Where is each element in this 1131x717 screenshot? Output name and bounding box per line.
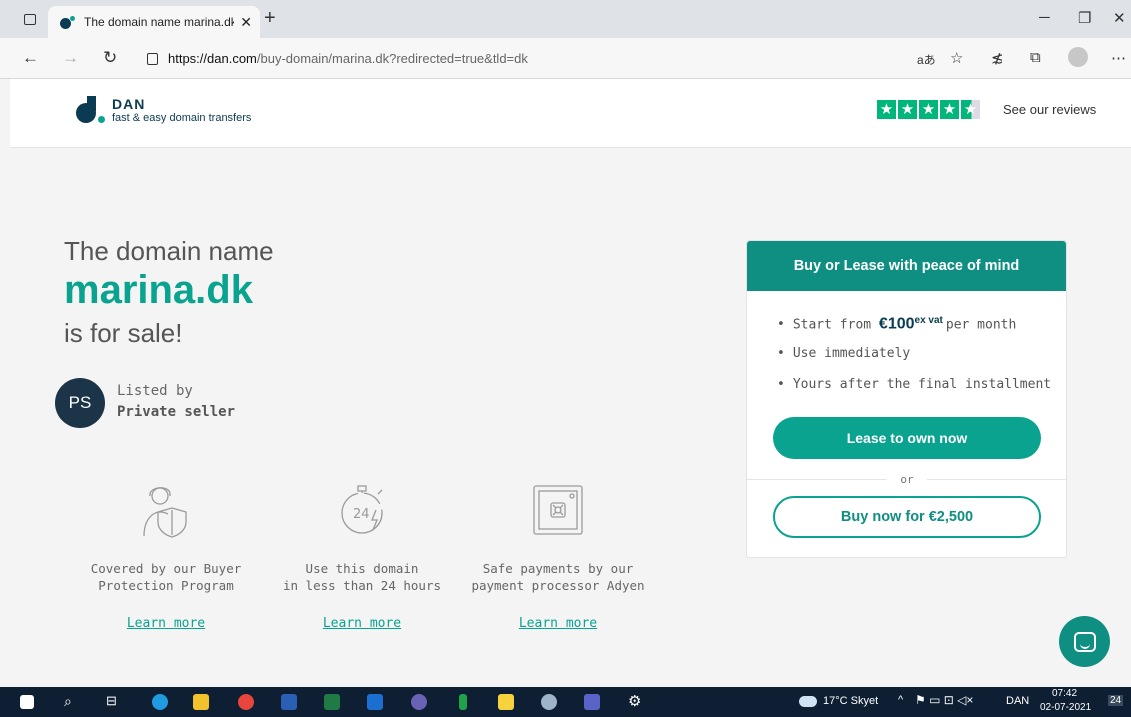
- dan-favicon-icon: [60, 14, 76, 30]
- lease-to-own-button[interactable]: Lease to own now: [773, 417, 1041, 459]
- address-bar-row: ← → ↻ https://dan.com/buy-domain/marina.…: [0, 38, 1131, 79]
- shield-person-icon: [143, 487, 187, 538]
- favorites-list-icon[interactable]: ≴: [991, 49, 1004, 67]
- star-icon: ★: [898, 100, 917, 119]
- learn-more-link[interactable]: Learn more: [127, 616, 205, 631]
- dan-logo-icon[interactable]: [76, 94, 106, 124]
- lock-icon: [147, 52, 158, 65]
- windows-taskbar: ⌕ ⊟ ⚙ 17°C Skyet ^ ⚑ ▭ ⊡ ◁× DAN 07:42 02…: [0, 687, 1131, 717]
- refresh-icon[interactable]: ↻: [103, 48, 117, 68]
- chat-launcher-button[interactable]: [1059, 616, 1110, 667]
- feature-safe-payments: Safe payments by our payment processor A…: [468, 480, 648, 631]
- or-separator: or: [887, 473, 927, 486]
- feature-text-line: in less than 24 hours: [282, 578, 442, 593]
- star-icon: ★: [940, 100, 959, 119]
- star-half-icon: ★: [961, 100, 980, 119]
- list-item: Use immediately: [777, 346, 1066, 362]
- notifications-badge[interactable]: 24: [1108, 695, 1124, 706]
- app-icon[interactable]: [411, 694, 427, 710]
- edge-icon[interactable]: [152, 694, 168, 710]
- tab-close-icon[interactable]: ✕: [240, 14, 252, 31]
- sticky-notes-icon[interactable]: [498, 694, 514, 710]
- feature-text-line: Use this domain: [305, 561, 419, 576]
- forward-arrow-icon[interactable]: →: [62, 48, 79, 68]
- brand-name[interactable]: DAN: [112, 96, 145, 112]
- safe-icon: [533, 485, 583, 535]
- star-icon: ★: [919, 100, 938, 119]
- card-heading: Buy or Lease with peace of mind: [747, 241, 1066, 291]
- tray-chevron-icon[interactable]: ^: [898, 694, 903, 706]
- ex-vat-label: ex vat: [914, 315, 943, 326]
- excel-icon[interactable]: [324, 694, 340, 710]
- settings-gear-icon[interactable]: ⚙: [628, 692, 641, 710]
- chat-bubble-icon: [1073, 631, 1096, 652]
- lease-benefits-list: Start from €100ex vatper month Use immed…: [777, 315, 1066, 393]
- clock-time[interactable]: 07:42: [1052, 688, 1077, 699]
- tab-actions-icon[interactable]: [24, 14, 36, 25]
- stopwatch-24-icon: 24: [341, 485, 383, 534]
- task-view-icon[interactable]: ⊟: [106, 693, 117, 709]
- chrome-icon[interactable]: [238, 694, 254, 710]
- browser-tab[interactable]: The domain name marina.dk is fo ✕: [48, 6, 260, 38]
- domain-name-title: marina.dk: [64, 268, 253, 312]
- feature-fast-transfer: 24 Use this domain in less than 24 hours…: [272, 480, 452, 631]
- feature-text-line: Covered by our Buyer: [90, 561, 242, 576]
- per-month-label: per month: [945, 317, 1017, 333]
- seller-name: Private seller: [117, 404, 236, 420]
- collections-icon[interactable]: ⧉: [1030, 49, 1041, 66]
- list-item: Start from €100ex vatper month: [777, 315, 1066, 333]
- tab-title: The domain name marina.dk is fo: [84, 15, 235, 29]
- list-item: Yours after the final installment: [777, 377, 1066, 393]
- monthly-price: €100: [878, 315, 915, 333]
- start-windows-icon[interactable]: [20, 695, 34, 709]
- url-field[interactable]: https://dan.com/buy-domain/marina.dk?red…: [137, 44, 992, 73]
- trustpilot-rating[interactable]: ★ ★ ★ ★ ★: [877, 100, 980, 119]
- see-reviews-link[interactable]: See our reviews: [1003, 102, 1096, 117]
- hero-intro: The domain name: [64, 236, 274, 266]
- seller-avatar: PS: [55, 378, 105, 428]
- learn-more-link[interactable]: Learn more: [323, 616, 401, 631]
- snipping-tool-icon[interactable]: [541, 694, 557, 710]
- buy-now-button[interactable]: Buy now for €2,500: [773, 496, 1041, 538]
- close-window-button[interactable]: ✕: [1113, 9, 1126, 27]
- svg-text:24: 24: [353, 507, 370, 522]
- search-icon[interactable]: ⌕: [64, 693, 72, 710]
- minimize-button[interactable]: ─: [1039, 9, 1050, 26]
- feature-buyer-protection: Covered by our Buyer Protection Program …: [76, 480, 256, 631]
- listed-by-label: Listed by: [117, 383, 193, 399]
- outlook-icon[interactable]: [367, 694, 383, 710]
- input-language[interactable]: DAN: [1006, 695, 1029, 707]
- teams-icon[interactable]: [584, 694, 600, 710]
- read-aloud-icon[interactable]: aあ: [917, 51, 936, 68]
- brand-tagline: fast & easy domain transfers: [112, 112, 252, 124]
- for-sale-text: is for sale!: [64, 318, 183, 348]
- file-explorer-icon[interactable]: [193, 694, 209, 710]
- new-tab-button[interactable]: +: [264, 7, 276, 30]
- url-host: https://dan.com: [168, 51, 257, 66]
- profile-avatar-icon[interactable]: [1068, 47, 1088, 67]
- url-path: /buy-domain/marina.dk?redirected=true&tl…: [256, 51, 528, 66]
- tray-icons[interactable]: ⚑ ▭ ⊡ ◁×: [915, 693, 973, 707]
- weather-text[interactable]: 17°C Skyet: [823, 695, 878, 707]
- weather-cloud-icon[interactable]: [799, 696, 817, 707]
- purchase-card: Buy or Lease with peace of mind Start fr…: [746, 240, 1067, 558]
- start-from-label: Start from: [792, 317, 879, 333]
- feature-text-line: Safe payments by our: [482, 561, 634, 576]
- app-s-icon[interactable]: [459, 694, 467, 710]
- clock-date[interactable]: 02-07-2021: [1040, 702, 1091, 713]
- learn-more-link[interactable]: Learn more: [519, 616, 597, 631]
- favorite-star-icon[interactable]: ☆: [950, 49, 963, 67]
- feature-text-line: Protection Program: [98, 578, 234, 593]
- browser-tab-bar: The domain name marina.dk is fo ✕ + ─ ❐ …: [0, 0, 1131, 38]
- back-arrow-icon[interactable]: ←: [22, 48, 39, 68]
- star-icon: ★: [877, 100, 896, 119]
- maximize-button[interactable]: ❐: [1078, 9, 1091, 27]
- site-header: DAN fast & easy domain transfers ★ ★ ★ ★…: [10, 79, 1131, 148]
- more-menu-icon[interactable]: ⋯: [1111, 49, 1126, 67]
- feature-text-line: payment processor Adyen: [471, 578, 645, 593]
- word-icon[interactable]: [281, 694, 297, 710]
